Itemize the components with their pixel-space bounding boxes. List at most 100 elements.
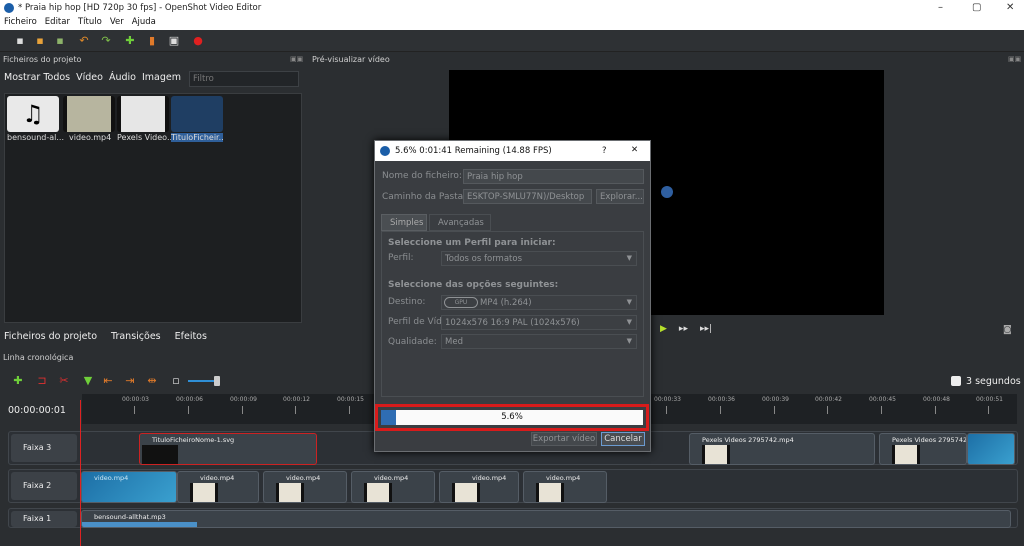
chevron-down-icon: ▼ bbox=[626, 254, 632, 262]
cancel-button[interactable]: Cancelar bbox=[601, 432, 645, 446]
track-name: Faixa 2 bbox=[11, 472, 77, 500]
snap-icon[interactable]: ⊐ bbox=[36, 375, 48, 387]
clip-thumbnail bbox=[142, 445, 178, 464]
fast-forward-icon[interactable]: ▸▸ bbox=[679, 324, 688, 334]
track-name: Faixa 3 bbox=[11, 434, 77, 462]
new-project-icon[interactable]: ▪ bbox=[14, 35, 26, 47]
folder-input[interactable]: ESKTOP-SMLU77N)/Desktop bbox=[463, 189, 592, 204]
camera-icon[interactable]: ◙ bbox=[1003, 325, 1012, 335]
dialog-close-button[interactable]: ✕ bbox=[631, 145, 638, 155]
menu-ajuda[interactable]: Ajuda bbox=[128, 16, 160, 27]
export-video-icon[interactable]: ● bbox=[192, 35, 204, 47]
profile-icon[interactable]: ▮ bbox=[146, 35, 158, 47]
browse-button[interactable]: Explorar... bbox=[596, 189, 644, 204]
filter-image[interactable]: Imagem bbox=[142, 72, 181, 83]
timeline-title: Linha cronológica bbox=[3, 353, 74, 362]
save-project-icon[interactable]: ▪ bbox=[54, 35, 66, 47]
import-files-icon[interactable]: ✚ bbox=[124, 35, 136, 47]
timeline-clip[interactable]: video.mp4 bbox=[523, 471, 607, 503]
target-select[interactable]: GPU MP4 (h.264) ▼ bbox=[441, 295, 637, 310]
timeline-clip[interactable]: video.mp4 bbox=[177, 471, 259, 503]
quality-select[interactable]: Med ▼ bbox=[441, 334, 637, 349]
minimize-icon[interactable]: – bbox=[938, 2, 943, 13]
file-item[interactable]: ♫ bensound-al... bbox=[7, 96, 64, 146]
file-item[interactable]: Pexels Video... bbox=[117, 96, 175, 146]
fullscreen-icon[interactable]: ▣ bbox=[168, 35, 180, 47]
timeline-clip[interactable]: Pexels Videos 2795742.mp4 bbox=[689, 433, 875, 465]
zoom-out-icon[interactable]: ▫ bbox=[170, 375, 182, 387]
menu-editar[interactable]: Editar bbox=[41, 16, 74, 27]
files-filter-input[interactable]: Filtro bbox=[189, 71, 299, 87]
playhead[interactable] bbox=[80, 400, 81, 546]
menu-ficheiro[interactable]: Ficheiro bbox=[0, 16, 41, 27]
menu-ver[interactable]: Ver bbox=[106, 16, 128, 27]
jump-end-icon[interactable]: ▸▸| bbox=[700, 324, 712, 334]
ruler-tick: 00:00:12 bbox=[283, 396, 310, 403]
track-1[interactable]: Faixa 1 bensound-allthat.mp3 bbox=[8, 508, 1018, 528]
help-button[interactable]: ? bbox=[602, 146, 607, 156]
profile-select[interactable]: Todos os formatos ▼ bbox=[441, 251, 637, 266]
files-list[interactable]: ♫ bensound-al... video.mp4 Pexels Video.… bbox=[4, 93, 302, 323]
video-profile-select[interactable]: 1024x576 16:9 PAL (1024x576) ▼ bbox=[441, 315, 637, 330]
bottom-panel-tabs: Ficheiros do projeto Transições Efeitos bbox=[4, 331, 221, 347]
add-track-icon[interactable]: ✚ bbox=[12, 375, 24, 387]
video-thumbnail bbox=[63, 96, 115, 132]
tab-project-files[interactable]: Ficheiros do projeto bbox=[4, 331, 97, 342]
openshot-logo-icon bbox=[4, 3, 14, 13]
openshot-logo-icon bbox=[380, 146, 390, 156]
audio-clip[interactable]: bensound-allthat.mp3 bbox=[81, 510, 1011, 528]
next-marker-icon[interactable]: ⇥ bbox=[124, 375, 136, 387]
zoom-checkbox[interactable] bbox=[951, 376, 961, 386]
tab-effects[interactable]: Efeitos bbox=[175, 331, 207, 342]
ruler-tick: 00:00:03 bbox=[122, 396, 149, 403]
timeline-clip[interactable]: video.mp4 bbox=[263, 471, 347, 503]
tab-advanced[interactable]: Avançadas bbox=[429, 214, 491, 231]
timeline-clip[interactable]: video.mp4 bbox=[351, 471, 435, 503]
filter-show-all[interactable]: Mostrar Todos bbox=[4, 72, 70, 83]
dock-float-icon[interactable]: ▣▣ bbox=[290, 55, 303, 63]
chevron-down-icon: ▼ bbox=[626, 298, 632, 306]
menu-titulo[interactable]: Título bbox=[74, 16, 106, 27]
ruler-tick: 00:00:36 bbox=[708, 396, 735, 403]
transition-clip[interactable] bbox=[967, 433, 1015, 465]
zoom-slider-handle[interactable] bbox=[214, 376, 220, 386]
maximize-icon[interactable]: ▢ bbox=[972, 2, 981, 13]
main-toolbar: ▪ ▪ ▪ ↶ ↷ ✚ ▮ ▣ ● bbox=[0, 30, 1024, 52]
undo-icon[interactable]: ↶ bbox=[78, 35, 90, 47]
previous-marker-icon[interactable]: ⇤ bbox=[102, 375, 114, 387]
clip-thumbnail bbox=[892, 445, 920, 464]
dock-float-icon[interactable]: ▣▣ bbox=[1008, 55, 1021, 63]
file-name-input[interactable]: Praia hip hop bbox=[463, 169, 644, 184]
zoom-label: 3 segundos bbox=[966, 376, 1021, 387]
clip-thumbnail bbox=[452, 483, 480, 502]
add-marker-icon[interactable]: ▼ bbox=[82, 375, 94, 387]
ruler-tick: 00:00:33 bbox=[654, 396, 681, 403]
export-video-button[interactable]: Exportar vídeo bbox=[531, 432, 597, 446]
export-progress-bar: 5.6% bbox=[381, 410, 643, 425]
file-name-label: Nome do ficheiro: bbox=[382, 171, 462, 181]
timeline-clip[interactable]: video.mp4 bbox=[439, 471, 519, 503]
track-2[interactable]: Faixa 2 video.mp4 video.mp4 video.mp4 vi… bbox=[8, 469, 1018, 503]
preview-position-dot bbox=[661, 186, 673, 198]
timeline-clip[interactable]: TituloFicheiroNome-1.svg bbox=[139, 433, 317, 465]
center-playhead-icon[interactable]: ⇹ bbox=[146, 375, 158, 387]
preview-title: Pré-visualizar vídeo bbox=[312, 55, 390, 64]
file-item[interactable]: video.mp4 bbox=[63, 96, 115, 146]
timeline-clip[interactable]: Pexels Videos 2795742.mp4 bbox=[879, 433, 967, 465]
play-icon[interactable]: ▶ bbox=[660, 324, 667, 334]
filter-audio[interactable]: Áudio bbox=[109, 72, 136, 83]
razor-icon[interactable]: ✂ bbox=[58, 375, 70, 387]
tab-transitions[interactable]: Transições bbox=[111, 331, 161, 342]
ruler-tick: 00:00:48 bbox=[923, 396, 950, 403]
playback-controls: ▶ ▸▸ ▸▸| bbox=[660, 324, 724, 334]
options-heading: Seleccione das opções seguintes: bbox=[388, 280, 559, 290]
open-project-icon[interactable]: ▪ bbox=[34, 35, 46, 47]
tab-simple[interactable]: Simples bbox=[381, 214, 427, 231]
filter-video[interactable]: Vídeo bbox=[76, 72, 103, 83]
timeline-clip[interactable]: video.mp4 bbox=[81, 471, 177, 503]
redo-icon[interactable]: ↷ bbox=[100, 35, 112, 47]
file-item-selected[interactable]: TituloFicheir... bbox=[171, 96, 223, 146]
title-thumbnail bbox=[171, 96, 223, 132]
close-icon[interactable]: ✕ bbox=[1006, 2, 1014, 13]
files-panel-title: Ficheiros do projeto bbox=[3, 55, 82, 64]
